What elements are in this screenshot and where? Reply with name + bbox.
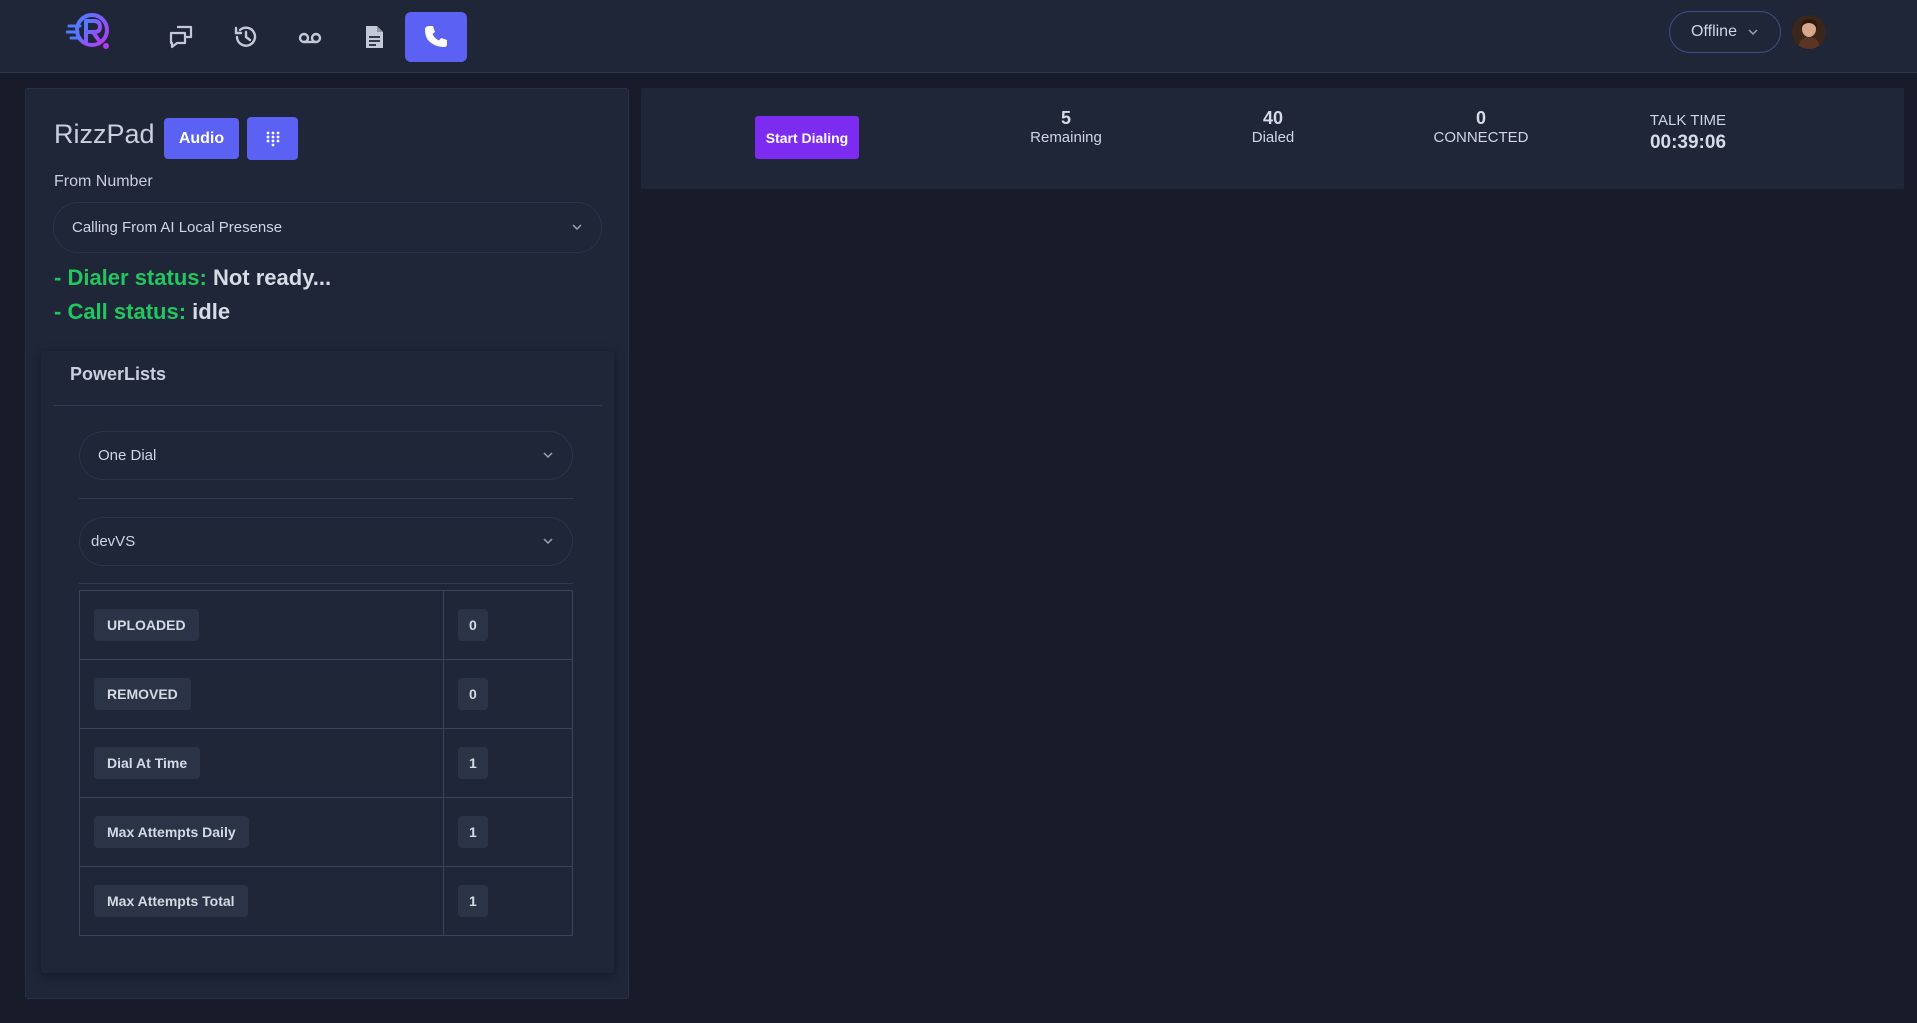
document-icon[interactable] — [343, 12, 405, 62]
row-value: 1 — [458, 885, 488, 917]
availability-value: Offline — [1691, 23, 1737, 40]
avatar[interactable] — [1792, 15, 1826, 49]
powerlist-select[interactable]: devVS — [79, 517, 573, 566]
dialer-status: - Dialer status: Not ready... — [54, 265, 331, 291]
connected-stat: 0 CONNECTED — [1433, 108, 1528, 148]
history-icon[interactable] — [215, 12, 277, 62]
row-value: 1 — [458, 747, 488, 779]
row-label: Max Attempts Total — [94, 885, 248, 917]
call-status: - Call status: idle — [54, 299, 230, 325]
call-status-label: - Call status: — [54, 299, 187, 324]
chevron-down-icon — [543, 451, 553, 458]
remaining-value: 5 — [1060, 108, 1071, 128]
dialed-value: 40 — [1262, 108, 1284, 128]
table-row: Max Attempts Daily 1 — [79, 797, 573, 867]
chevron-down-icon — [572, 223, 582, 230]
phone-icon[interactable] — [405, 12, 467, 62]
connected-label: CONNECTED — [1433, 129, 1529, 146]
row-value: 1 — [458, 816, 488, 848]
talk-time-value: 00:39:06 — [1649, 132, 1727, 153]
from-number-value: Calling From AI Local Presense — [72, 219, 283, 236]
chevron-down-icon — [1748, 29, 1758, 36]
dialer-stats-bar: Start Dialing 5 Remaining 40 Dialed 0 CO… — [641, 88, 1904, 189]
row-label: REMOVED — [94, 678, 191, 710]
dialer-title: RizzPad — [54, 119, 155, 149]
row-label: Max Attempts Daily — [94, 816, 249, 848]
connected-value: 0 — [1475, 108, 1487, 128]
powerlists-card: PowerLists One Dial devVS UPLOADED 0 REM… — [41, 351, 614, 973]
start-dialing-button[interactable]: Start Dialing — [755, 116, 859, 159]
remaining-label: Remaining — [1030, 129, 1102, 146]
dialed-stat: 40 Dialed — [1252, 108, 1295, 148]
row-value: 0 — [458, 678, 488, 710]
from-number-label: From Number — [54, 173, 153, 190]
powerlist-value: devVS — [91, 533, 136, 550]
row-label: Dial At Time — [94, 747, 201, 779]
table-row: Dial At Time 1 — [79, 728, 573, 798]
divider — [53, 405, 602, 406]
divider — [79, 583, 573, 584]
keypad-icon — [266, 131, 279, 146]
dial-mode-select[interactable]: One Dial — [79, 431, 573, 480]
talk-time-stat: TALK TIME 00:39:06 — [1650, 108, 1726, 154]
top-navbar: Offline — [0, 0, 1917, 73]
table-row: UPLOADED 0 — [79, 590, 573, 660]
powerlists-title: PowerLists — [70, 364, 167, 384]
from-number-select[interactable]: Calling From AI Local Presense — [53, 202, 602, 253]
voicemail-icon[interactable] — [279, 12, 341, 62]
table-row: REMOVED 0 — [79, 659, 573, 729]
table-row: Max Attempts Total 1 — [79, 866, 573, 936]
dialer-status-value: Not ready... — [212, 265, 332, 290]
dial-mode-value: One Dial — [98, 447, 157, 464]
keypad-button[interactable] — [247, 117, 298, 160]
row-value: 0 — [458, 609, 488, 641]
remaining-stat: 5 Remaining — [1030, 108, 1102, 148]
dialer-panel: RizzPad Audio From Number Calling From A… — [25, 88, 629, 999]
chevron-down-icon — [543, 537, 553, 544]
audio-button[interactable]: Audio — [164, 118, 239, 159]
messages-icon[interactable] — [150, 12, 212, 62]
dialer-status-label: - Dialer status: — [54, 265, 207, 290]
row-label: UPLOADED — [94, 609, 199, 641]
availability-dropdown[interactable]: Offline — [1669, 11, 1781, 53]
talk-time-label: TALK TIME — [1649, 112, 1727, 129]
app-logo[interactable] — [65, 10, 116, 54]
powerlist-settings-table: UPLOADED 0 REMOVED 0 Dial At Time 1 Max … — [79, 590, 573, 936]
call-status-value: idle — [192, 299, 231, 324]
dialed-label: Dialed — [1251, 129, 1295, 146]
divider — [79, 498, 573, 499]
